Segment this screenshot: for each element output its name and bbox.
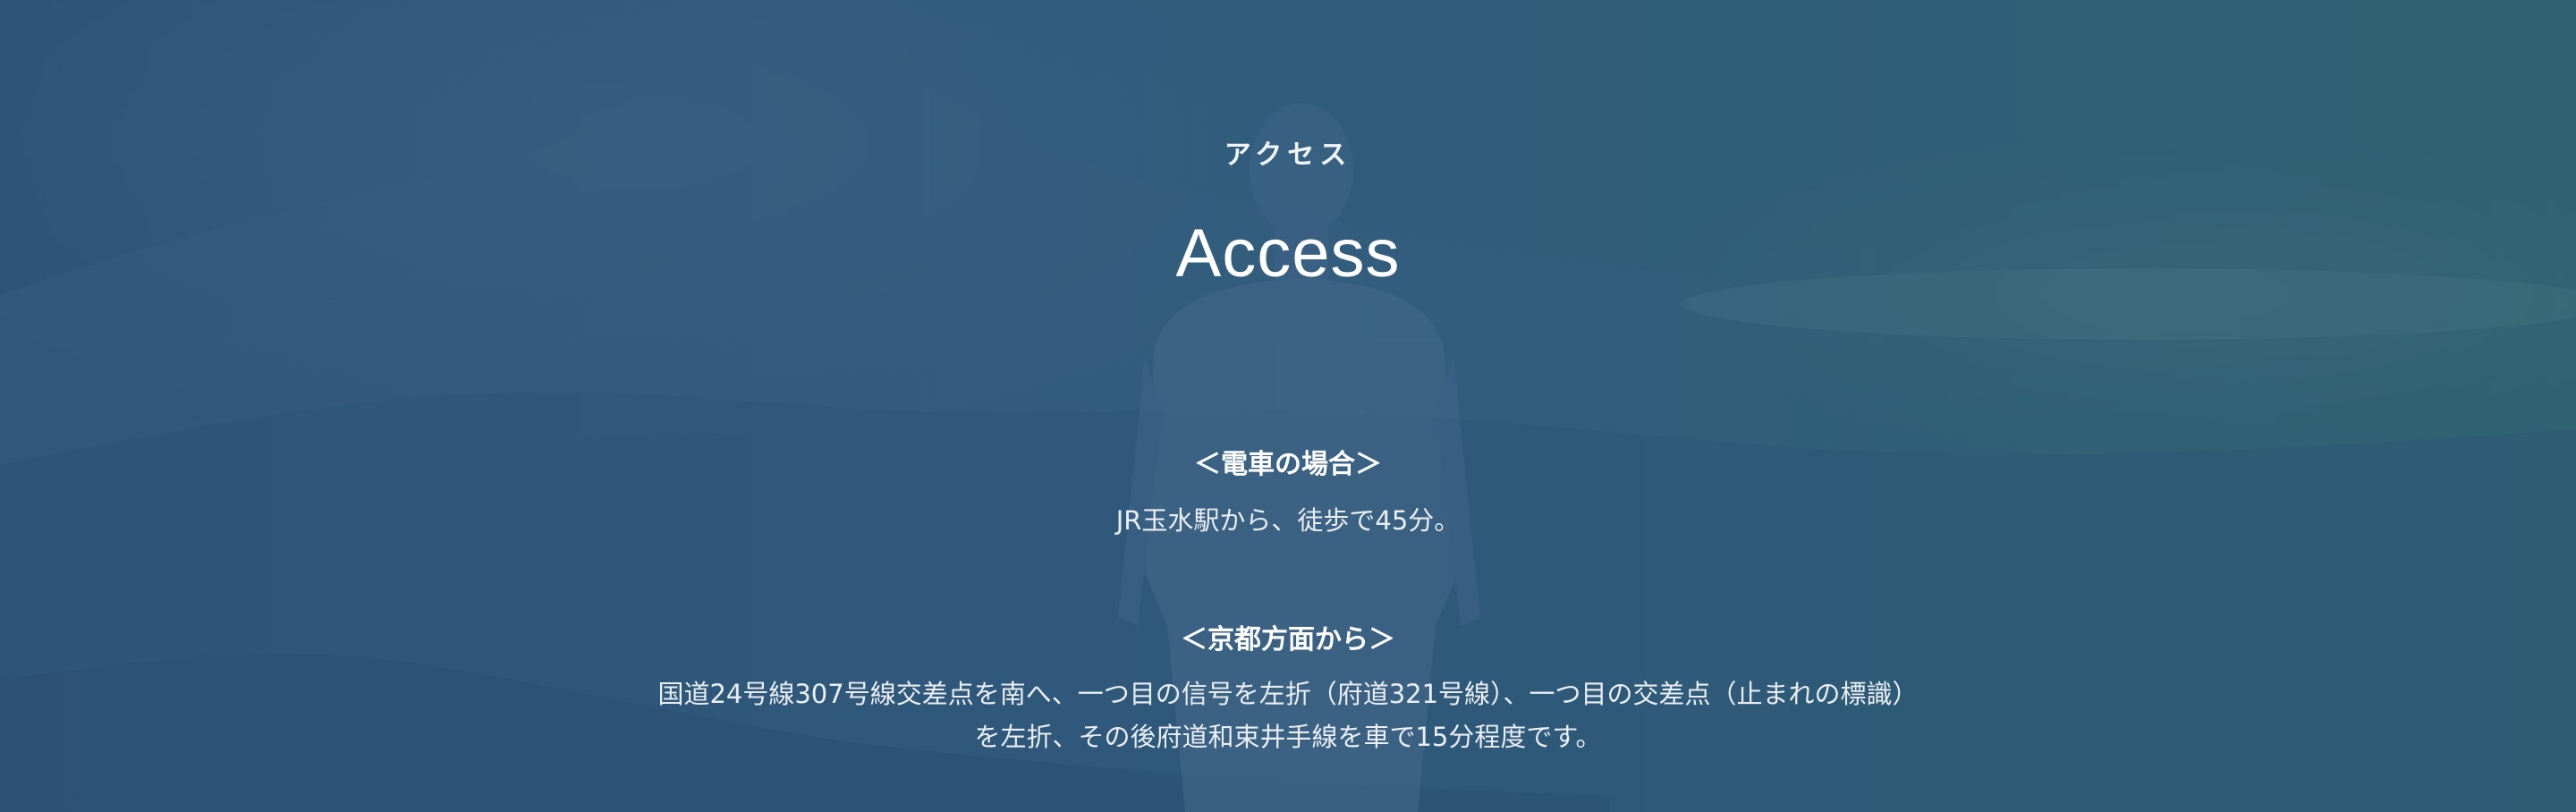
kyoto-access-text-line1: 国道24号線307号線交差点を南へ、一つ目の信号を左折（府道321号線）、一つ目…	[657, 679, 1919, 709]
section-kicker: アクセス	[1224, 140, 1352, 171]
kyoto-access-heading: ＜京都方面から＞	[1181, 624, 1395, 656]
train-access-text: JR玉水駅から、徒歩で45分。	[1115, 505, 1461, 536]
access-content: アクセス Access ＜電車の場合＞ JR玉水駅から、徒歩で45分。 ＜京都方…	[0, 0, 2576, 812]
kyoto-access-text-line2: を左折、その後府道和束井手線を車で15分程度です。	[974, 722, 1602, 752]
train-access-heading: ＜電車の場合＞	[1194, 449, 1382, 480]
page-title: Access	[1175, 216, 1401, 292]
